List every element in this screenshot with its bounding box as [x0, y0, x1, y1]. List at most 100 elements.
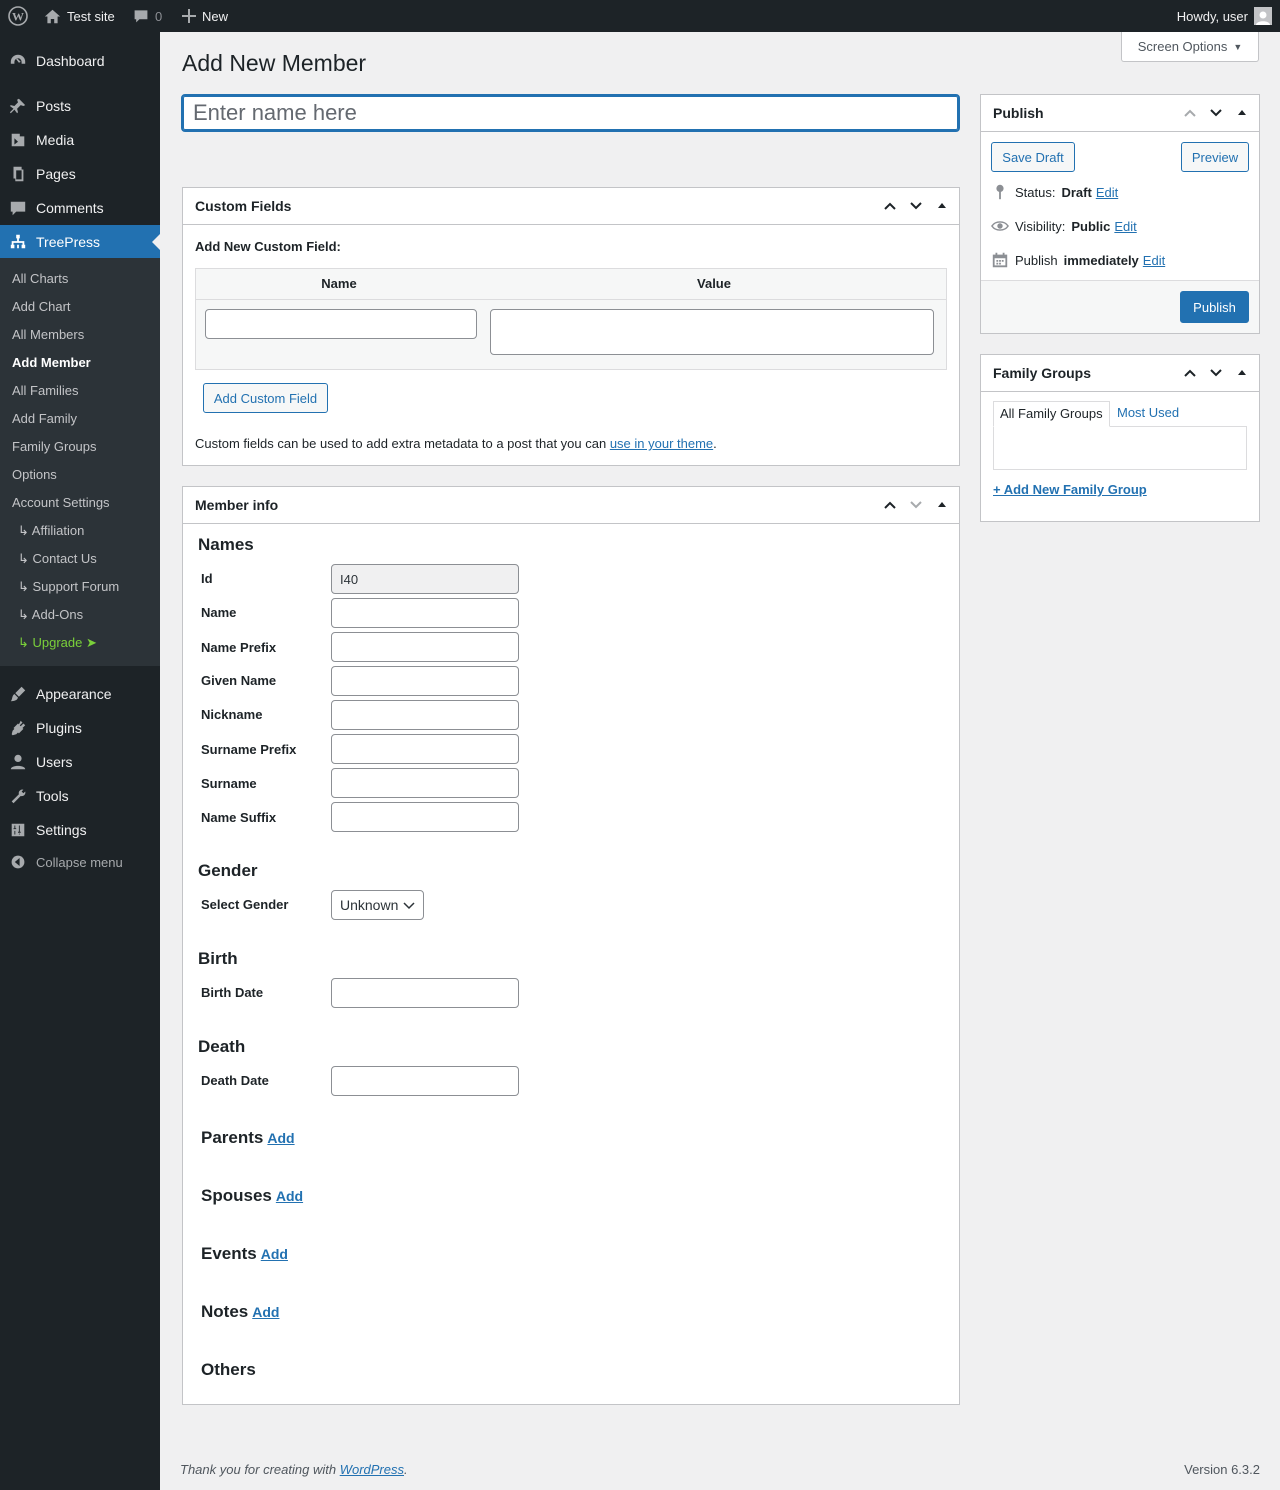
menu-item-tools[interactable]: Tools	[0, 779, 160, 813]
add-event-link[interactable]: Add	[261, 1246, 288, 1262]
publish-button[interactable]: Publish	[1180, 291, 1249, 323]
eye-icon	[991, 221, 1009, 231]
menu-item-dashboard[interactable]: Dashboard	[0, 44, 160, 78]
submenu-add-family[interactable]: Add Family	[12, 409, 77, 429]
menu-item-appearance[interactable]: Appearance	[0, 677, 160, 711]
account-menu[interactable]: Howdy, user	[1177, 0, 1272, 32]
new-content-link[interactable]: New	[182, 0, 228, 32]
calendar-icon	[992, 252, 1008, 268]
surname-input[interactable]	[331, 768, 519, 798]
submenu-family-groups[interactable]: Family Groups	[12, 437, 97, 457]
move-up-icon[interactable]	[879, 195, 901, 217]
name-input[interactable]	[331, 598, 519, 628]
submenu-add-ons[interactable]: ↳ Add-Ons	[18, 605, 83, 625]
add-note-link[interactable]: Add	[252, 1304, 279, 1320]
death-date-input[interactable]	[331, 1066, 519, 1096]
preview-button[interactable]: Preview	[1181, 142, 1249, 172]
add-spouse-link[interactable]: Add	[276, 1188, 303, 1204]
move-down-icon[interactable]	[1205, 362, 1227, 384]
menu-label: Users	[36, 754, 73, 770]
admin-bar: W Test site 0 New Howdy, user	[0, 0, 1280, 32]
tab-all-family-groups[interactable]: All Family Groups	[993, 401, 1110, 427]
edit-visibility-link[interactable]: Edit	[1114, 219, 1136, 234]
submenu-add-chart[interactable]: Add Chart	[12, 297, 71, 317]
move-up-icon[interactable]	[1179, 102, 1201, 124]
field-label: Name Suffix	[201, 810, 277, 825]
submenu-all-charts[interactable]: All Charts	[12, 269, 68, 289]
footer-text: Thank you for creating with	[180, 1462, 340, 1477]
menu-item-treepress[interactable]: TreePress	[0, 225, 160, 259]
submenu-affiliation[interactable]: ↳ Affiliation	[18, 521, 84, 541]
move-down-icon[interactable]	[1205, 102, 1227, 124]
toggle-panel-icon[interactable]	[1231, 102, 1253, 124]
submenu-all-members[interactable]: All Members	[12, 325, 84, 345]
box-title: Publish	[993, 105, 1044, 121]
submenu-contact-us[interactable]: ↳ Contact Us	[18, 549, 97, 569]
name-prefix-input[interactable]	[331, 632, 519, 662]
site-name-link[interactable]: Test site	[44, 0, 115, 32]
save-draft-button[interactable]: Save Draft	[991, 142, 1075, 172]
add-parent-link[interactable]: Add	[267, 1130, 294, 1146]
given-name-input[interactable]	[331, 666, 519, 696]
custom-field-value-textarea[interactable]	[490, 309, 934, 355]
screen-options-button[interactable]: Screen Options ▼	[1121, 32, 1259, 62]
comments-icon	[0, 199, 36, 217]
submenu-upgrade[interactable]: ↳ Upgrade ➤	[18, 633, 97, 653]
member-info-header: Member info	[183, 487, 959, 524]
id-input[interactable]: I40	[331, 564, 519, 594]
tab-most-used[interactable]: Most Used	[1117, 401, 1179, 427]
add-custom-field-button[interactable]: Add Custom Field	[203, 383, 328, 413]
custom-fields-box: Custom Fields Add New Custom Field: Name…	[182, 187, 960, 466]
add-custom-field-label: Add New Custom Field:	[195, 239, 341, 254]
custom-field-name-input[interactable]	[205, 309, 477, 339]
menu-label: TreePress	[36, 234, 101, 250]
submenu-options[interactable]: Options	[12, 465, 57, 485]
move-up-icon[interactable]	[1179, 362, 1201, 384]
move-down-icon[interactable]	[905, 195, 927, 217]
toggle-panel-icon[interactable]	[931, 195, 953, 217]
submenu-add-member[interactable]: Add Member	[12, 353, 91, 373]
menu-item-plugins[interactable]: Plugins	[0, 711, 160, 745]
add-new-family-group-link[interactable]: + Add New Family Group	[993, 482, 1147, 497]
svg-text:W: W	[12, 10, 24, 24]
surname-prefix-input[interactable]	[331, 734, 519, 764]
field-label: Given Name	[201, 673, 277, 688]
submenu-support-forum[interactable]: ↳ Support Forum	[18, 577, 119, 597]
treepress-submenu: All Charts Add Chart All Members Add Mem…	[0, 258, 160, 666]
menu-item-settings[interactable]: Settings	[0, 813, 160, 847]
menu-item-comments[interactable]: Comments	[0, 191, 160, 225]
submenu-account-settings[interactable]: Account Settings	[12, 493, 110, 513]
menu-item-media[interactable]: Media	[0, 123, 160, 157]
use-in-theme-link[interactable]: use in your theme	[610, 436, 713, 451]
edit-publish-time-link[interactable]: Edit	[1143, 253, 1165, 268]
submenu-all-families[interactable]: All Families	[12, 381, 78, 401]
birth-heading: Birth	[198, 949, 238, 968]
box-title: Family Groups	[993, 365, 1092, 381]
user-icon	[0, 753, 36, 771]
menu-item-posts[interactable]: Posts	[0, 89, 160, 123]
menu-label: Comments	[36, 200, 104, 216]
member-name-input[interactable]: Enter name here	[181, 94, 960, 132]
move-up-icon[interactable]	[879, 494, 901, 516]
move-down-icon[interactable]	[905, 494, 927, 516]
edit-status-link[interactable]: Edit	[1096, 185, 1118, 200]
status-label: Status:	[1015, 184, 1056, 200]
caret-down-icon: ▼	[1233, 41, 1243, 52]
toggle-panel-icon[interactable]	[931, 494, 953, 516]
menu-item-users[interactable]: Users	[0, 745, 160, 779]
pin-icon	[0, 97, 36, 115]
collapse-menu-button[interactable]: Collapse menu	[0, 849, 160, 875]
toggle-panel-icon[interactable]	[1231, 362, 1253, 384]
birth-date-input[interactable]	[331, 978, 519, 1008]
gender-select[interactable]: Unknown	[331, 890, 424, 920]
footer-suffix: .	[404, 1462, 408, 1477]
page-title: Add New Member	[182, 50, 367, 76]
nickname-input[interactable]	[331, 700, 519, 730]
wordpress-logo-icon[interactable]: W	[8, 0, 28, 32]
field-label: Birth Date	[201, 985, 264, 1000]
wordpress-link[interactable]: WordPress	[340, 1462, 404, 1477]
menu-label: Pages	[36, 166, 76, 182]
menu-item-pages[interactable]: Pages	[0, 157, 160, 191]
name-suffix-input[interactable]	[331, 802, 519, 832]
comments-link[interactable]: 0	[133, 0, 162, 32]
